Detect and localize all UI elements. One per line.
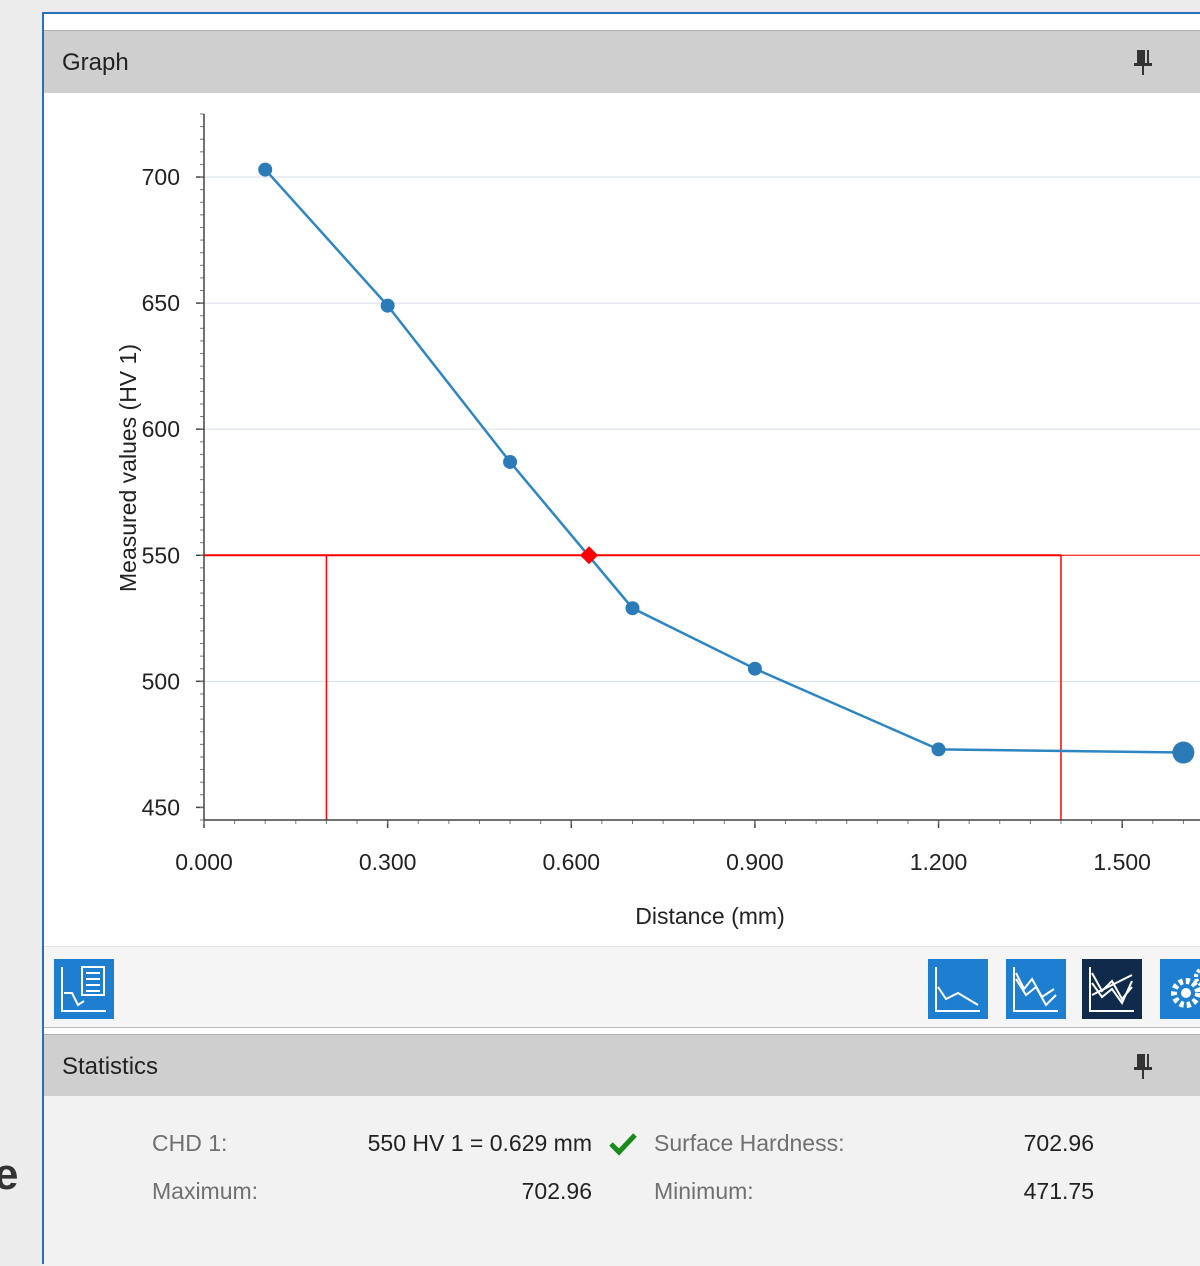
- surface-hardness-label: Surface Hardness:: [654, 1130, 845, 1156]
- x-tick-label: 0.900: [726, 849, 784, 875]
- maximum-label: Maximum:: [152, 1178, 259, 1204]
- y-tick-label: 550: [142, 542, 180, 568]
- x-tick-label: 1.500: [1093, 849, 1151, 875]
- check-icon: [609, 1133, 637, 1156]
- line-chart-icon[interactable]: [928, 959, 988, 1019]
- y-tick-label: 500: [142, 668, 180, 694]
- data-point: [503, 454, 518, 469]
- x-tick-label: 0.300: [359, 849, 417, 875]
- pin-icon[interactable]: [1132, 47, 1154, 77]
- data-point: [625, 601, 640, 616]
- x-axis-label: Distance (mm): [635, 903, 785, 929]
- statistics-panel-header: Statistics ×: [44, 1034, 1200, 1097]
- chart-area: 450 500 550 600 650 700 0.000 0.300 0.600 0.900 1.…: [44, 106, 1200, 946]
- pin-icon[interactable]: [1132, 1051, 1154, 1081]
- x-tick-label: 0.000: [175, 849, 233, 875]
- graph-panel-header: Graph ×: [44, 30, 1200, 93]
- hardness-chart: 450 500 550 600 650 700 0.000 0.300 0.600 0.900 1.…: [115, 113, 1200, 929]
- app-window: Graph × 450 500 550 600 650 700 0.000 0.300 0.60…: [42, 12, 1200, 1266]
- multi-series-chart-icon[interactable]: [1082, 959, 1142, 1019]
- y-tick-label: 650: [142, 290, 180, 316]
- statistics-body: CHD 1: 550 HV 1 = 0.629 mm Surface Hardn…: [44, 1096, 1200, 1266]
- graph-toolbar: [44, 946, 1200, 1028]
- x-tick-label: 1.200: [910, 849, 968, 875]
- data-point: [1172, 741, 1195, 764]
- data-point: [380, 298, 395, 313]
- background-window-text: e: [0, 1150, 19, 1199]
- x-tick-label: 0.600: [542, 849, 600, 875]
- y-axis-label: Measured values (HV 1): [115, 344, 141, 592]
- minimum-value: 471.75: [1023, 1178, 1094, 1204]
- minimum-label: Minimum:: [654, 1178, 754, 1204]
- y-tick-label: 600: [142, 416, 180, 442]
- chd-label: CHD 1:: [152, 1130, 228, 1156]
- maximum-value: 702.96: [521, 1178, 592, 1204]
- graph-panel-title: Graph: [62, 49, 129, 76]
- settings-gears-icon[interactable]: [1160, 959, 1200, 1019]
- chd-value: 550 HV 1 = 0.629 mm: [367, 1130, 592, 1156]
- data-point: [258, 162, 273, 177]
- data-point: [747, 661, 762, 676]
- y-tick-label: 450: [142, 794, 180, 820]
- series-line: [264, 168, 1184, 754]
- y-tick-label: 700: [142, 164, 180, 190]
- statistics-panel-title: Statistics: [62, 1053, 159, 1080]
- data-point: [931, 742, 946, 757]
- envelope-chart-icon[interactable]: [1006, 959, 1066, 1019]
- chart-legend-icon[interactable]: [54, 959, 114, 1019]
- surface-hardness-value: 702.96: [1023, 1130, 1094, 1156]
